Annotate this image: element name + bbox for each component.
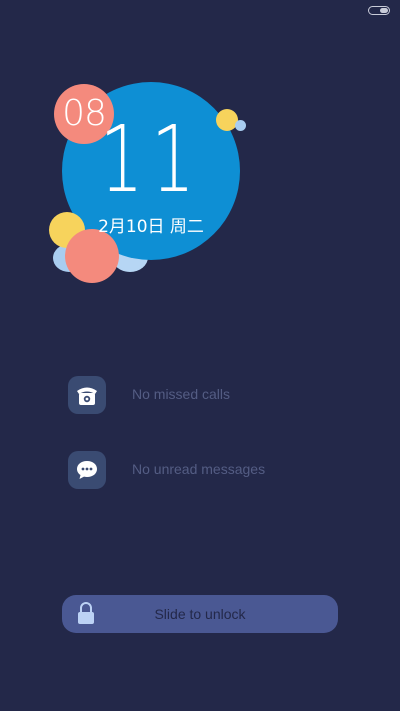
- message-icon: [68, 451, 106, 489]
- missed-calls-notification[interactable]: No missed calls: [68, 376, 368, 416]
- clock-date: 2月10日 周二: [98, 217, 204, 237]
- decor-bubble: [235, 120, 246, 131]
- unread-messages-label: No unread messages: [132, 461, 266, 477]
- unread-messages-notification[interactable]: No unread messages: [68, 451, 368, 491]
- slide-to-unlock-label: Slide to unlock: [154, 606, 246, 622]
- phone-icon: [68, 376, 106, 414]
- clock-widget: 08 11 2月10日 周二: [0, 0, 400, 300]
- clock-hour: 11: [99, 106, 203, 213]
- decor-bubble: [65, 229, 119, 283]
- slide-to-unlock-bar[interactable]: Slide to unlock: [62, 595, 338, 633]
- missed-calls-label: No missed calls: [132, 386, 231, 402]
